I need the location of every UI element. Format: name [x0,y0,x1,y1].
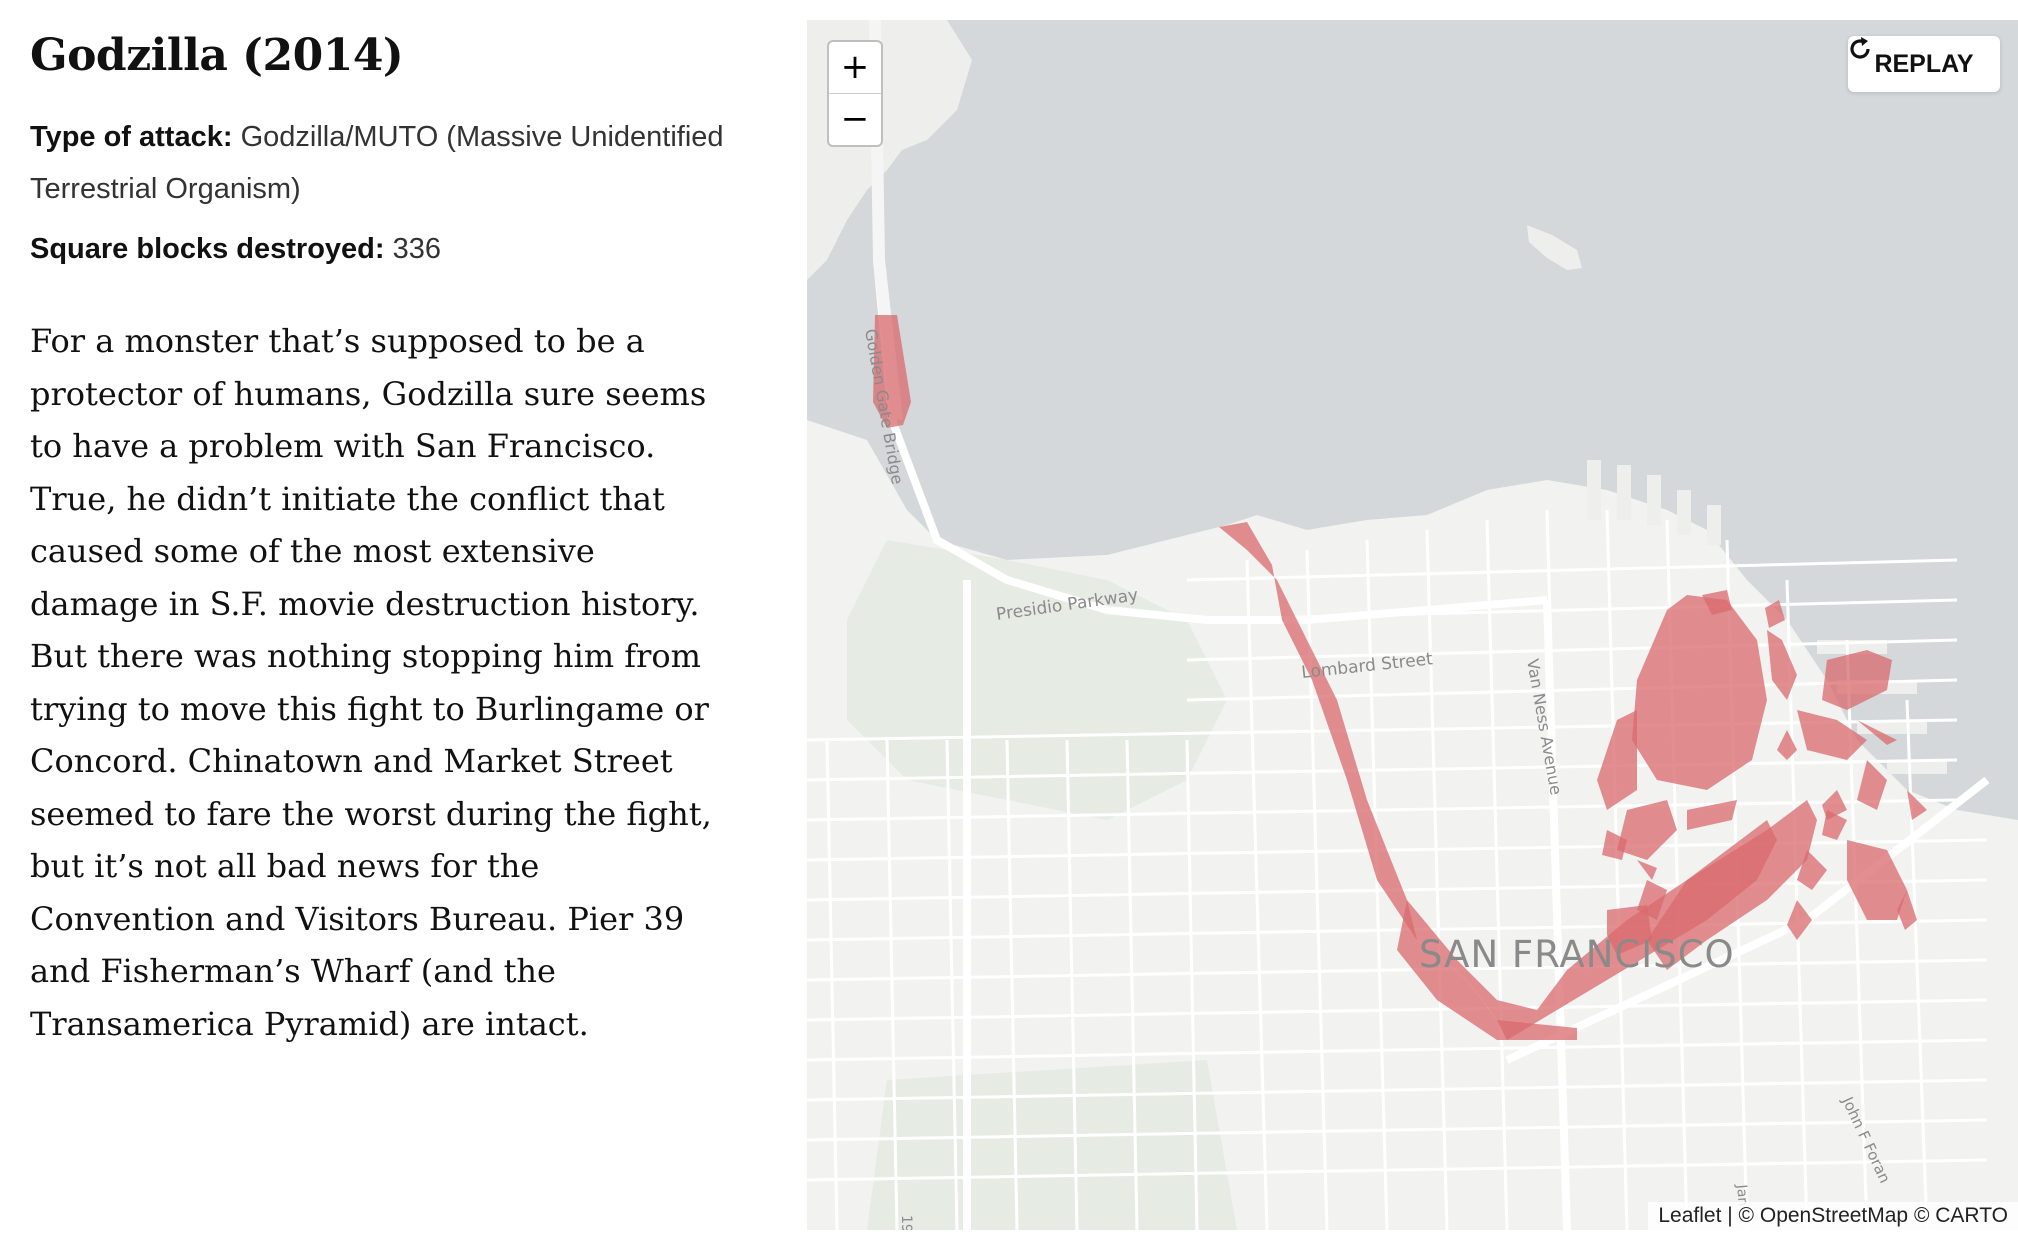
attack-type: Type of attack: Godzilla/MUTO (Massive U… [30,111,730,215]
attack-type-label: Type of attack: [30,121,233,153]
golden-gate-park [867,1060,1237,1230]
map-canvas[interactable]: Golden Gate Bridge Presidio Parkway Lomb… [807,20,2018,1230]
map-attribution[interactable]: Leaflet | © OpenStreetMap © CARTO [1648,1202,2018,1230]
blocks-destroyed-value: 336 [392,233,442,265]
replay-label: REPLAY [1874,49,1974,78]
zoom-control: + − [827,40,883,147]
blocks-destroyed-label: Square blocks destroyed: [30,233,385,265]
replay-icon [1850,37,1870,59]
story-text: For a monster that’s supposed to be a pr… [30,322,712,1043]
label-san-francisco: SAN FRANCISCO [1419,933,1735,976]
label-19th: 19th [898,1215,914,1230]
article-panel: Godzilla (2014) Type of attack: Godzilla… [30,20,730,1050]
zoom-in-button[interactable]: + [829,42,881,94]
blocks-destroyed: Square blocks destroyed: 336 [30,223,730,275]
replay-button[interactable]: REPLAY [1848,36,2000,92]
map-view[interactable]: Golden Gate Bridge Presidio Parkway Lomb… [807,20,2018,1230]
zoom-out-button[interactable]: − [829,94,881,145]
article-title: Godzilla (2014) [30,30,404,81]
